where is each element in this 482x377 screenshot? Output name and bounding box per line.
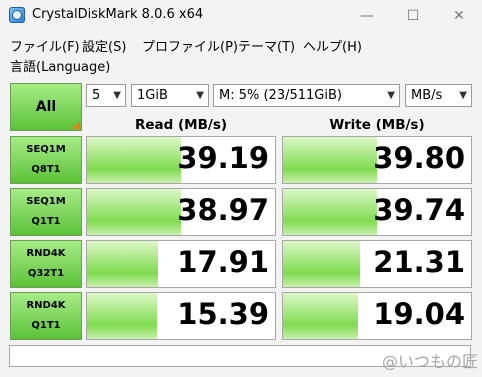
write-result-cell: 39.74 (282, 188, 472, 236)
drive-select[interactable]: M: 5% (23/511GiB) ▼ (213, 84, 400, 107)
unit-value: MB/s (411, 88, 443, 103)
read-value: 17.91 (177, 245, 269, 279)
menu-file[interactable]: ファイル(F) (10, 36, 80, 55)
chevron-down-icon: ▼ (196, 90, 204, 101)
rnd4k-q1t1-button[interactable]: RND4K Q1T1 (10, 292, 82, 340)
title-bar: CrystalDiskMark 8.0.6 x64 — ☐ ✕ (0, 0, 482, 32)
window-title: CrystalDiskMark 8.0.6 x64 (32, 7, 204, 22)
minimize-button[interactable]: — (344, 0, 390, 32)
read-result-cell: 17.91 (86, 240, 276, 288)
test-size-value: 1GiB (137, 88, 168, 103)
read-result-cell: 15.39 (86, 292, 276, 340)
row-label-line2: Q1T1 (31, 320, 61, 331)
drive-value: M: 5% (23/511GiB) (219, 88, 342, 103)
row-label-line2: Q8T1 (31, 164, 61, 175)
row-label-line1: SEQ1M (26, 144, 66, 155)
chevron-down-icon: ▼ (387, 90, 395, 101)
write-result-cell: 21.31 (282, 240, 472, 288)
write-result-cell: 19.04 (282, 292, 472, 340)
write-result-cell: 39.80 (282, 136, 472, 184)
chevron-down-icon: ▼ (113, 90, 121, 101)
read-result-cell: 38.97 (86, 188, 276, 236)
row-label-line1: RND4K (26, 300, 66, 311)
all-button[interactable]: All (10, 83, 82, 131)
write-value: 21.31 (373, 245, 465, 279)
menu-theme[interactable]: テーマ(T) (238, 36, 295, 55)
write-column-header: Write (MB/s) (329, 117, 425, 133)
row-label-line2: Q1T1 (31, 216, 61, 227)
maximize-button[interactable]: ☐ (390, 0, 436, 32)
write-progress-fill (283, 189, 377, 235)
read-value: 15.39 (177, 297, 269, 331)
row-label-line2: Q32T1 (27, 268, 65, 279)
write-progress-fill (283, 137, 377, 183)
chevron-down-icon: ▼ (459, 90, 467, 101)
unit-select[interactable]: MB/s ▼ (405, 84, 472, 107)
test-size-select[interactable]: 1GiB ▼ (131, 84, 209, 107)
menu-bar: ファイル(F) 設定(S) プロファイル(P) テーマ(T) ヘルプ(H) 言語… (0, 32, 482, 75)
read-value: 39.19 (177, 141, 269, 175)
write-value: 39.80 (373, 141, 465, 175)
app-icon (9, 7, 25, 23)
close-button[interactable]: ✕ (436, 0, 482, 32)
menu-profile[interactable]: プロファイル(P) (142, 36, 238, 55)
menu-help[interactable]: ヘルプ(H) (303, 36, 362, 55)
write-value: 39.74 (373, 193, 465, 227)
write-value: 19.04 (373, 297, 465, 331)
read-progress-fill (87, 189, 181, 235)
test-count-value: 5 (92, 88, 101, 103)
rnd4k-q32t1-button[interactable]: RND4K Q32T1 (10, 240, 82, 288)
write-progress-fill (283, 241, 361, 287)
seq1m-q8t1-button[interactable]: SEQ1M Q8T1 (10, 136, 82, 184)
seq1m-q1t1-button[interactable]: SEQ1M Q1T1 (10, 188, 82, 236)
read-progress-fill (87, 241, 159, 287)
menu-language[interactable]: 言語(Language) (10, 56, 110, 75)
read-value: 38.97 (177, 193, 269, 227)
read-column-header: Read (MB/s) (134, 117, 228, 133)
write-progress-fill (283, 293, 359, 339)
menu-settings[interactable]: 設定(S) (82, 36, 126, 55)
test-count-select[interactable]: 5 ▼ (86, 84, 126, 107)
row-label-line1: SEQ1M (26, 196, 66, 207)
read-result-cell: 39.19 (86, 136, 276, 184)
watermark: @いつもの匠 (381, 352, 478, 371)
row-label-line1: RND4K (26, 248, 66, 259)
read-progress-fill (87, 137, 181, 183)
read-progress-fill (87, 293, 157, 339)
